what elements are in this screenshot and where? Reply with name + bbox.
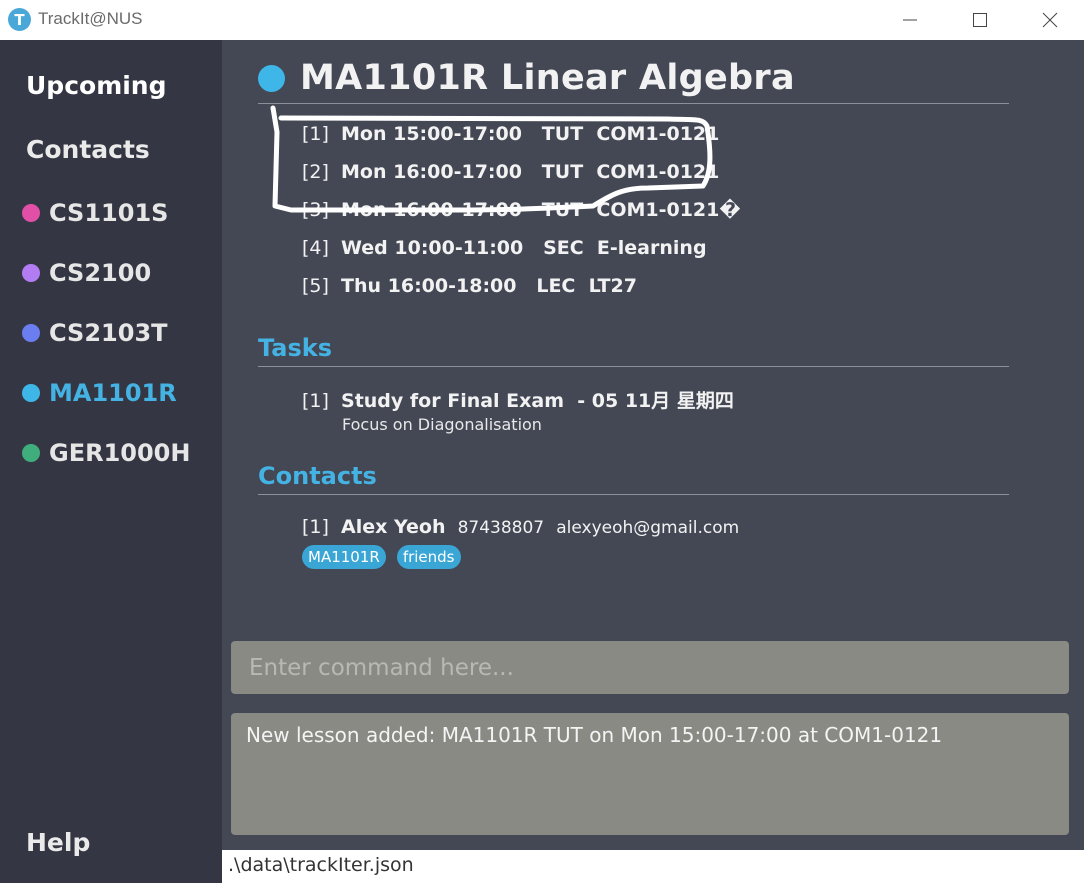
- window-title: TrackIt@NUS: [38, 9, 143, 28]
- tag-badge: MA1101R: [302, 545, 386, 569]
- data-file-path: .\data\trackIter.json: [228, 854, 414, 876]
- module-color-dot: [22, 444, 40, 462]
- lesson-details: Mon 16:00-17:00 TUT COM1-0121�: [341, 199, 741, 221]
- sidebar-item-cs2103t[interactable]: CS2103T: [22, 317, 168, 349]
- status-bar: .\data\trackIter.json: [222, 850, 1084, 883]
- sidebar-item-label: CS1101S: [49, 199, 169, 227]
- page-title: MA1101R Linear Algebra: [300, 58, 795, 98]
- contact-email: alexyeoh@gmail.com: [556, 518, 740, 538]
- sidebar-item-label: GER1000H: [49, 439, 191, 467]
- module-header: MA1101R Linear Algebra: [258, 58, 795, 98]
- contact-index: [1]: [302, 516, 329, 538]
- sidebar-item-label: MA1101R: [49, 379, 177, 407]
- contact-tags: MA1101R friends: [302, 545, 461, 569]
- contact-name: Alex Yeoh: [341, 516, 446, 538]
- lesson-details: Mon 16:00-17:00 TUT COM1-0121: [341, 161, 720, 183]
- module-color-dot: [258, 64, 285, 92]
- task-deadline: - 05 11月 星期四: [564, 390, 734, 412]
- sidebar-upcoming[interactable]: Upcoming: [26, 71, 167, 100]
- lesson-details: Mon 15:00-17:00 TUT COM1-0121: [341, 123, 720, 145]
- sidebar: Upcoming Contacts CS1101S CS2100 CS2103T…: [0, 40, 222, 883]
- module-color-dot: [22, 384, 40, 402]
- divider: [258, 103, 1009, 104]
- divider: [258, 366, 1009, 367]
- tag-badge: friends: [396, 545, 461, 569]
- lesson-details: Wed 10:00-11:00 SEC E-learning: [341, 237, 707, 259]
- sidebar-contacts[interactable]: Contacts: [26, 135, 150, 164]
- result-display: New lesson added: MA1101R TUT on Mon 15:…: [231, 713, 1069, 835]
- task-item: [1] Study for Final Exam - 05 11月 星期四: [302, 386, 734, 413]
- title-bar: T TrackIt@NUS: [0, 0, 1084, 40]
- task-index: [1]: [302, 390, 329, 412]
- sidebar-item-cs1101s[interactable]: CS1101S: [22, 197, 168, 229]
- close-button[interactable]: [1027, 0, 1073, 40]
- lesson-item: [5] Thu 16:00-18:00 LEC LT27: [302, 275, 637, 297]
- divider: [258, 494, 1009, 495]
- lesson-item: [4] Wed 10:00-11:00 SEC E-learning: [302, 237, 707, 259]
- command-input[interactable]: [231, 641, 1069, 694]
- app-logo-letter: T: [14, 10, 25, 29]
- module-color-dot: [22, 204, 40, 222]
- module-color-dot: [22, 324, 40, 342]
- lesson-index: [4]: [302, 237, 329, 259]
- sidebar-help[interactable]: Help: [26, 828, 90, 857]
- lesson-index: [1]: [302, 123, 329, 145]
- module-color-dot: [22, 264, 40, 282]
- contact-item: [1] Alex Yeoh 87438807 alexyeoh@gmail.co…: [302, 516, 739, 538]
- sidebar-item-label: CS2100: [49, 259, 152, 287]
- sidebar-item-cs2100[interactable]: CS2100: [22, 257, 151, 289]
- lesson-item: [1] Mon 15:00-17:00 TUT COM1-0121: [302, 123, 719, 145]
- lesson-index: [2]: [302, 161, 329, 183]
- maximize-icon: [973, 13, 987, 27]
- lesson-details: Thu 16:00-18:00 LEC LT27: [341, 275, 637, 297]
- contact-phone: 87438807: [457, 518, 545, 538]
- lesson-index: [3]: [302, 199, 329, 221]
- contacts-heading: Contacts: [258, 462, 377, 490]
- sidebar-item-label: CS2103T: [49, 319, 168, 347]
- app-logo-icon: T: [8, 8, 31, 31]
- maximize-button[interactable]: [957, 0, 1003, 40]
- sidebar-item-ger1000h[interactable]: GER1000H: [22, 437, 190, 469]
- minimize-icon: [903, 19, 917, 21]
- sidebar-item-ma1101r[interactable]: MA1101R: [22, 377, 177, 409]
- lesson-index: [5]: [302, 275, 329, 297]
- close-icon: [1042, 12, 1058, 28]
- minimize-button[interactable]: [887, 0, 933, 40]
- tasks-heading: Tasks: [258, 334, 333, 362]
- lesson-item: [3] Mon 16:00-17:00 TUT COM1-0121�: [302, 199, 741, 221]
- task-description: Focus on Diagonalisation: [342, 415, 542, 434]
- lesson-item: [2] Mon 16:00-17:00 TUT COM1-0121: [302, 161, 719, 183]
- task-name: Study for Final Exam: [341, 390, 565, 412]
- result-text: New lesson added: MA1101R TUT on Mon 15:…: [246, 723, 943, 747]
